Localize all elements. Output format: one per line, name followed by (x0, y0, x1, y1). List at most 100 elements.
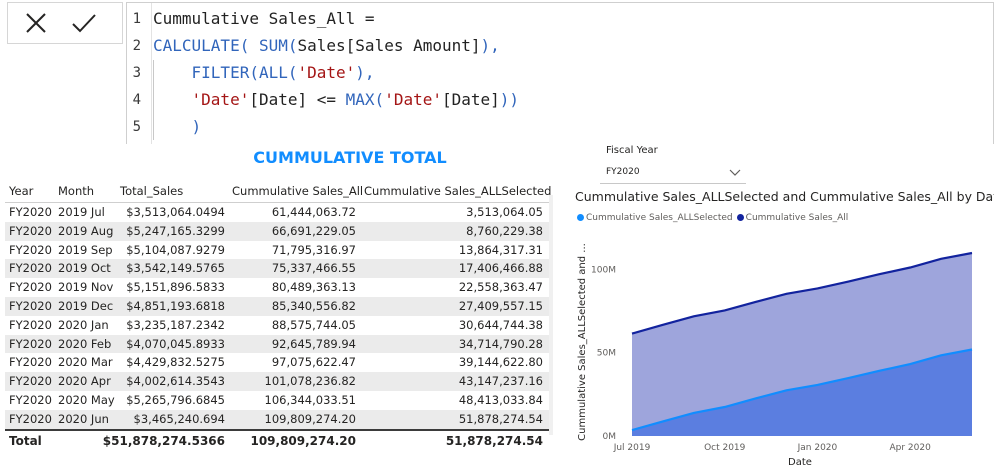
cell-cumulative-all: 106,344,033.51 (264, 392, 356, 407)
chart-title: Cummulative Sales_ALLSelected and Cummul… (575, 189, 994, 204)
table-row[interactable]: FY2020 2020 May $5,265,796.6845 106,344,033… (5, 391, 549, 410)
table-row[interactable]: FY2020 2019 Oct $3,542,149.5765 75,337,466.… (5, 259, 549, 279)
cell-month: 2020 Apr (58, 374, 111, 389)
cell-cumulative-allselected: 8,760,229.38 (466, 223, 543, 238)
legend-item-all[interactable]: Cummulative Sales_All (736, 213, 848, 223)
total-cumulative-allselected: 51,878,274.54 (445, 433, 543, 448)
cell-month: 2020 Jun (58, 411, 109, 426)
cell-cumulative-all: 101,078,236.82 (264, 374, 356, 389)
chevron-down-icon (729, 169, 741, 176)
cell-year: FY2020 (9, 223, 52, 238)
cumulative-table: Year Month Total_Sales Cummulative Sales… (5, 180, 551, 451)
cancel-button[interactable] (22, 9, 50, 37)
y-tick-label: 0M (603, 432, 617, 442)
code-text: FILTER(ALL('Date'), (153, 60, 375, 86)
chart-legend: Cummulative Sales_ALLSelected Cummulative… (577, 213, 852, 223)
checkmark-icon (72, 14, 96, 33)
table-row[interactable]: FY2020 2019 Aug $5,247,165.3299 66,691,229.… (5, 221, 549, 241)
cell-total-sales: $5,247,165.3299 (126, 223, 225, 238)
code-token: ), (355, 63, 375, 82)
cell-year: FY2020 (9, 261, 52, 276)
column-header-cumulative-all[interactable]: Cummulative Sales_All (232, 184, 363, 198)
cell-total-sales: $4,429,832.5275 (126, 355, 225, 370)
cell-total-sales: $3,513,064.0494 (126, 205, 225, 219)
table-row[interactable]: FY2020 2020 Apr $4,002,614.3543 101,078,236… (5, 372, 549, 391)
legend-marker-allselected (577, 214, 584, 221)
cell-cumulative-allselected: 43,147,237.16 (458, 374, 543, 389)
y-tick-label: 50M (597, 349, 616, 359)
code-token: 'Date' (384, 90, 442, 109)
column-header-total-sales[interactable]: Total_Sales (120, 184, 183, 198)
legend-marker-all (736, 214, 744, 221)
cell-month: 2019 Dec (58, 298, 114, 313)
legend-item-allselected[interactable]: Cummulative Sales_ALLSelected (577, 213, 733, 223)
cell-month: 2020 Feb (58, 336, 112, 351)
x-tick-label: Jul 2019 (613, 443, 651, 453)
table-row[interactable]: FY2020 2019 Sep $5,104,087.9279 71,795,316.… (5, 241, 549, 260)
cell-year: FY2020 (9, 317, 52, 332)
cell-month: 2019 Nov (58, 280, 114, 295)
x-tick-label: Oct 2019 (704, 443, 746, 453)
x-axis-title: Date (788, 457, 812, 468)
cell-total-sales: $3,542,149.5765 (126, 261, 225, 276)
cell-total-sales: $4,851,193.6818 (126, 298, 225, 313)
total-sales-value: $51,878,274.5366 (102, 433, 225, 448)
cell-year: FY2020 (9, 280, 52, 295)
cell-total-sales: $5,151,896.5833 (126, 280, 225, 295)
cell-cumulative-all: 97,075,622.47 (271, 355, 356, 370)
table-row[interactable]: FY2020 2019 Jul $3,513,064.0494 61,444,063.… (5, 203, 549, 222)
code-line[interactable]: 2 CALCULATE( SUM(Sales[Sales Amount]), (127, 33, 987, 59)
code-token: Sales[Sales Amount] (297, 36, 481, 55)
cell-year: FY2020 (9, 336, 52, 351)
table-header: Year Month Total_Sales Cummulative Sales… (5, 180, 551, 203)
table-row[interactable]: FY2020 2020 Feb $4,070,045.8933 92,645,789.… (5, 334, 549, 354)
dax-formula-editor[interactable]: 1 Cummulative Sales_All = 2 CALCULATE( SUM(… (126, 2, 994, 144)
code-line[interactable]: 1 Cummulative Sales_All = (127, 6, 987, 32)
cell-month: 2019 Jul (58, 205, 105, 219)
code-text: CALCULATE( SUM(Sales[Sales Amount]), (153, 33, 500, 59)
cell-total-sales: $4,002,614.3543 (126, 374, 225, 389)
code-text: 'Date'[Date] <= MAX('Date'[Date])) (153, 87, 520, 113)
table-row[interactable]: FY2020 2019 Dec $4,851,193.6818 85,340,556.… (5, 296, 549, 316)
line-number: 3 (132, 65, 141, 81)
cell-year: FY2020 (9, 205, 52, 219)
code-line[interactable]: 4 'Date'[Date] <= MAX('Date'[Date])) (127, 87, 987, 113)
x-tick-label: Jan 2020 (797, 443, 838, 453)
cell-year: FY2020 (9, 242, 52, 257)
code-token: CALCULATE( (153, 36, 250, 55)
slicer-selected-value: FY2020 (606, 167, 640, 177)
column-header-month[interactable]: Month (58, 184, 94, 198)
table-row[interactable]: FY2020 2019 Nov $5,151,896.5833 80,489,363.… (5, 278, 549, 297)
code-line[interactable]: 5 ) (127, 114, 987, 140)
cell-cumulative-all: 85,340,556.82 (271, 298, 356, 313)
code-text: Cummulative Sales_All = (153, 6, 375, 32)
cell-cumulative-all: 88,575,744.05 (271, 317, 356, 332)
code-token: SUM( (258, 36, 298, 55)
y-axis-title: Cummulative Sales_ALLSelected and ... (577, 243, 588, 441)
code-token: )) (499, 90, 520, 109)
table-row[interactable]: FY2020 2020 Jun $3,465,240.694 109,809,274.… (5, 409, 549, 429)
table-row[interactable]: FY2020 2020 Mar $4,429,832.5275 97,075,622.… (5, 353, 549, 372)
close-icon (26, 13, 46, 33)
cell-year: FY2020 (9, 355, 52, 370)
column-header-cumulative-allselected[interactable]: Cummulative Sales_ALLSelected (364, 184, 551, 198)
cell-cumulative-allselected: 39,144,622.80 (458, 355, 543, 370)
column-header-year[interactable]: Year (9, 184, 33, 198)
code-token: FILTER( (191, 63, 259, 82)
code-token: 'Date' (297, 63, 356, 82)
code-token: [Date] (441, 90, 500, 109)
cell-year: FY2020 (9, 298, 52, 313)
cell-total-sales: $3,465,240.694 (133, 411, 225, 426)
commit-button[interactable] (70, 9, 98, 37)
area-chart[interactable]: 0M 50M 100M Jul 2019 Oct 2019 Jan 2020 Apr 202… (570, 230, 986, 470)
code-line[interactable]: 3 FILTER(ALL('Date'), (127, 60, 987, 86)
fiscal-year-dropdown[interactable]: FY2020 (600, 163, 746, 184)
table-scrollbar[interactable] (549, 195, 553, 435)
cell-month: 2020 Mar (58, 355, 113, 370)
code-token: ), (480, 36, 500, 55)
table-row[interactable]: FY2020 2020 Jan $3,235,187.2342 88,575,744.… (5, 316, 549, 335)
